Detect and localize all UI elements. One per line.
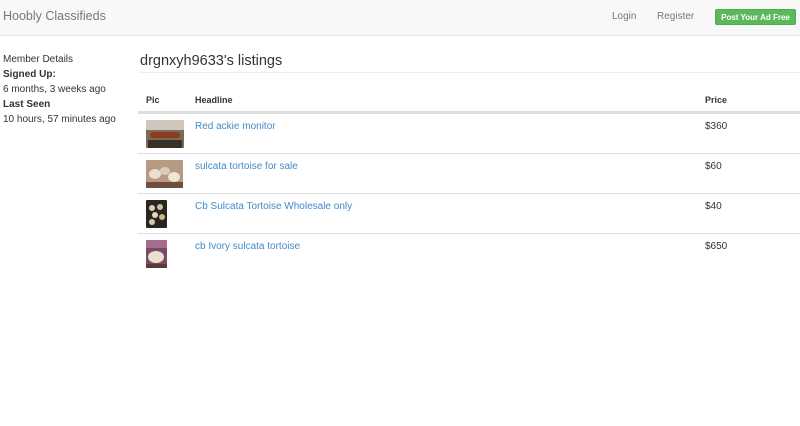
listing-headline-link[interactable]: sulcata tortoise for sale xyxy=(195,161,298,172)
table-row: sulcata tortoise for sale $60 xyxy=(138,153,800,193)
member-details-panel: Member Details Signed Up: 6 months, 3 we… xyxy=(3,52,128,127)
last-seen-value: 10 hours, 57 minutes ago xyxy=(3,114,116,125)
listing-headline-link[interactable]: cb Ivory sulcata tortoise xyxy=(195,241,300,252)
signed-up-value: 6 months, 3 weeks ago xyxy=(3,84,106,95)
column-header-pic: Pic xyxy=(146,95,160,105)
listing-thumbnail[interactable] xyxy=(146,240,167,268)
column-header-price: Price xyxy=(705,95,728,105)
post-ad-button[interactable]: Post Your Ad Free xyxy=(715,9,796,25)
member-details-heading: Member Details xyxy=(3,54,74,65)
table-row: Red ackie monitor $360 xyxy=(138,113,800,153)
listing-thumbnail[interactable] xyxy=(146,160,183,188)
title-divider xyxy=(138,72,800,73)
listing-thumbnail[interactable] xyxy=(146,120,184,148)
listing-price: $650 xyxy=(705,241,728,252)
top-navbar: Hoobly Classifieds Login Register Post Y… xyxy=(0,0,800,36)
last-seen-label: Last Seen xyxy=(3,99,51,110)
table-row: cb Ivory sulcata tortoise $650 xyxy=(138,233,800,273)
login-link[interactable]: Login xyxy=(612,11,636,22)
column-header-headline: Headline xyxy=(195,95,233,105)
listing-headline-link[interactable]: Cb Sulcata Tortoise Wholesale only xyxy=(195,201,352,212)
listing-price: $40 xyxy=(705,201,722,212)
page-title: drgnxyh9633's listings xyxy=(140,53,283,69)
listings-table: Pic Headline Price Red ackie monitor $36… xyxy=(138,90,800,273)
brand-link[interactable]: Hoobly Classifieds xyxy=(3,9,106,23)
table-header: Pic Headline Price xyxy=(138,90,800,113)
table-row: Cb Sulcata Tortoise Wholesale only $40 xyxy=(138,193,800,233)
listing-headline-link[interactable]: Red ackie monitor xyxy=(195,121,276,132)
listing-thumbnail[interactable] xyxy=(146,200,167,228)
listing-price: $60 xyxy=(705,161,722,172)
register-link[interactable]: Register xyxy=(657,11,694,22)
listing-price: $360 xyxy=(705,121,728,132)
signed-up-label: Signed Up: xyxy=(3,69,56,80)
